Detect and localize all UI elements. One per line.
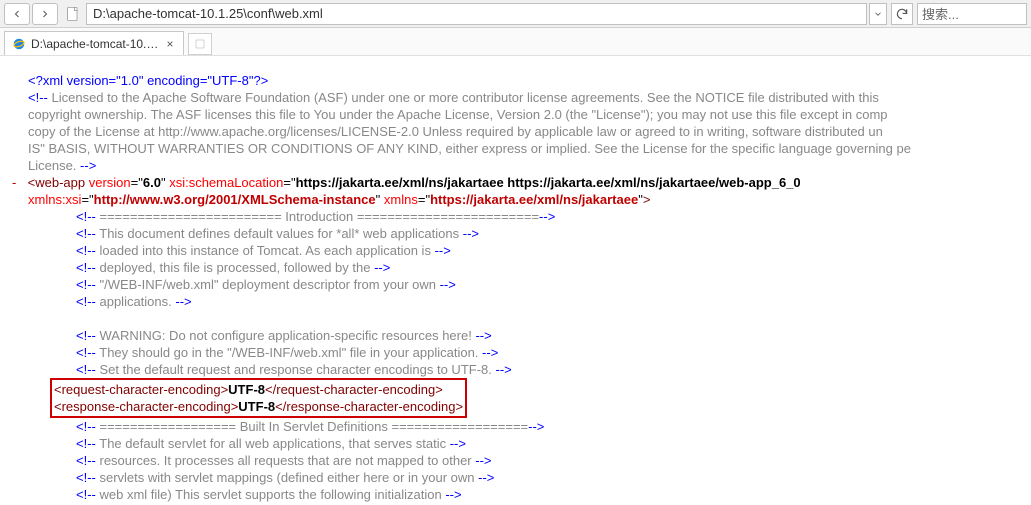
- web-app-open-tag-line2: xmlns:xsi="http://www.w3.org/2001/XMLSch…: [10, 191, 1021, 208]
- xml-comment: <!-- They should go in the "/WEB-INF/web…: [10, 344, 1021, 361]
- search-placeholder: 搜索...: [922, 4, 959, 23]
- back-button[interactable]: [4, 3, 30, 25]
- xml-declaration: <?xml version="1.0" encoding="UTF-8"?>: [10, 72, 1021, 89]
- xml-comment: <!-- ================== Built In Servlet…: [10, 418, 1021, 435]
- refresh-button[interactable]: [891, 3, 913, 25]
- xml-comment: <!-- loaded into this instance of Tomcat…: [10, 242, 1021, 259]
- xml-comment: <!-- deployed, this file is processed, f…: [10, 259, 1021, 276]
- xml-comment: <!-- resources. It processes all request…: [10, 452, 1021, 469]
- xml-comment: <!-- WARNING: Do not configure applicati…: [10, 327, 1021, 344]
- xml-viewer: <?xml version="1.0" encoding="UTF-8"?> <…: [0, 56, 1031, 503]
- forward-button[interactable]: [32, 3, 58, 25]
- ie-icon: [11, 36, 27, 52]
- xml-comment: <!-- applications. -->: [10, 293, 1021, 310]
- tab-close-button[interactable]: ×: [163, 37, 177, 51]
- xml-comment: <!-- This document defines default value…: [10, 225, 1021, 242]
- xml-comment: <!-- "/WEB-INF/web.xml" deployment descr…: [10, 276, 1021, 293]
- chevron-down-icon: [873, 9, 883, 19]
- arrow-left-icon: [11, 8, 23, 20]
- xml-comment: <!-- Licensed to the Apache Software Fou…: [10, 89, 1021, 106]
- browser-toolbar: D:\apache-tomcat-10.1.25\conf\web.xml 搜索…: [0, 0, 1031, 28]
- new-tab-icon: [194, 38, 206, 50]
- tab-title: D:\apache-tomcat-10.1.2...: [31, 37, 159, 51]
- xml-comment: <!-- ======================== Introducti…: [10, 208, 1021, 225]
- request-encoding-element: <request-character-encoding>UTF-8</reque…: [54, 381, 463, 398]
- xml-comment: License. -->: [10, 157, 1021, 174]
- address-text: D:\apache-tomcat-10.1.25\conf\web.xml: [93, 6, 323, 21]
- xml-comment: <!-- web xml file) This servlet supports…: [10, 486, 1021, 503]
- blank-line: [10, 310, 1021, 327]
- xml-comment: copyright ownership. The ASF licenses th…: [10, 106, 1021, 123]
- tab-bar: D:\apache-tomcat-10.1.2... ×: [0, 28, 1031, 56]
- web-app-open-tag: - <web-app version="6.0" xsi:schemaLocat…: [10, 174, 1021, 191]
- search-box[interactable]: 搜索...: [917, 3, 1027, 25]
- address-dropdown-button[interactable]: [869, 3, 887, 25]
- xml-comment: <!-- The default servlet for all web app…: [10, 435, 1021, 452]
- address-bar[interactable]: D:\apache-tomcat-10.1.25\conf\web.xml: [86, 3, 867, 25]
- xml-comment: copy of the License at http://www.apache…: [10, 123, 1021, 140]
- file-icon: [64, 5, 82, 23]
- xml-comment: <!-- servlets with servlet mappings (def…: [10, 469, 1021, 486]
- xml-comment: IS" BASIS, WITHOUT WARRANTIES OR CONDITI…: [10, 140, 1021, 157]
- arrow-right-icon: [39, 8, 51, 20]
- tab-active[interactable]: D:\apache-tomcat-10.1.2... ×: [4, 31, 184, 55]
- collapse-toggle[interactable]: -: [12, 174, 24, 191]
- highlighted-encoding-block: <request-character-encoding>UTF-8</reque…: [10, 378, 1021, 418]
- refresh-icon: [895, 7, 909, 21]
- xml-comment: <!-- Set the default request and respons…: [10, 361, 1021, 378]
- new-tab-button[interactable]: [188, 33, 212, 55]
- response-encoding-element: <response-character-encoding>UTF-8</resp…: [54, 398, 463, 415]
